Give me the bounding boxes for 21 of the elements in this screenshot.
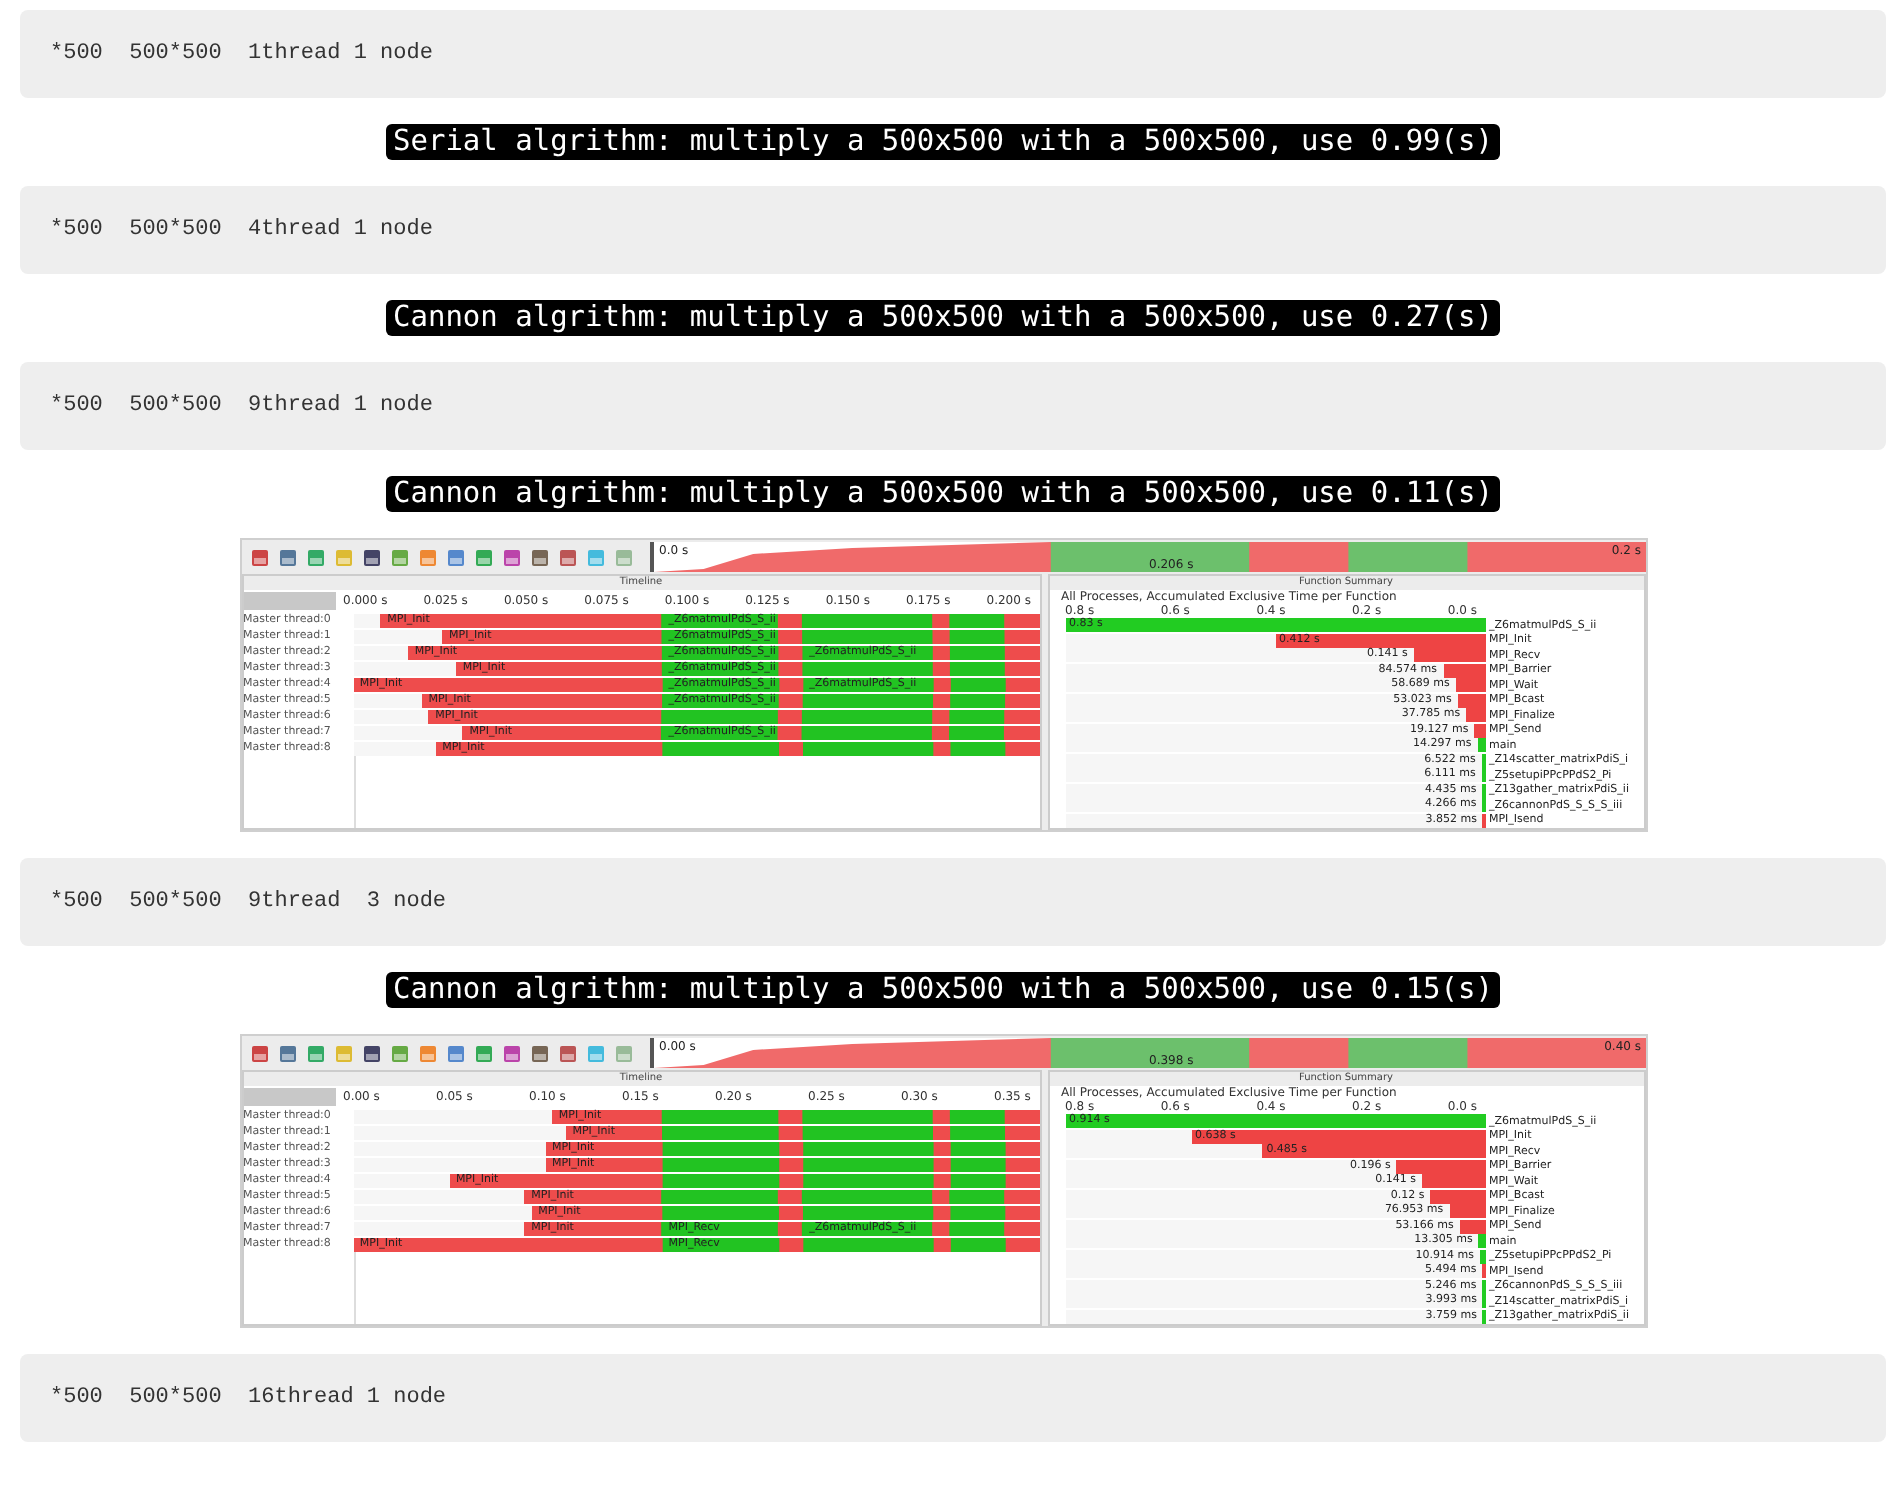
toolbar-icon[interactable] (529, 1043, 549, 1063)
toolbar-icon[interactable] (249, 1043, 269, 1063)
toolbar-icon[interactable] (501, 1043, 521, 1063)
toolbar-icon[interactable] (361, 547, 381, 567)
code-block: *500 500*500 4thread 1 node (20, 186, 1886, 274)
toolbar-icon[interactable] (277, 1043, 297, 1063)
toolbar-icon[interactable] (361, 1043, 381, 1063)
terminal-output: Cannon algrithm: multiply a 500x500 with a 500x500, use 0.27(s) (385, 300, 1501, 336)
terminal-output: Cannon algrithm: multiply a 500x500 with a 500x500, use 0.11(s) (385, 476, 1501, 512)
toolbar-icon[interactable] (557, 547, 577, 567)
code-block: *500 500*500 1thread 1 node (20, 10, 1886, 98)
toolbar-icon[interactable] (557, 1043, 577, 1063)
toolbar-icon[interactable] (501, 547, 521, 567)
terminal-output: Cannon algrithm: multiply a 500x500 with a 500x500, use 0.15(s) (385, 972, 1501, 1008)
terminal-output: Serial algrithm: multiply a 500x500 with a 500x500, use 0.99(s) (385, 124, 1501, 160)
toolbar-icon[interactable] (277, 547, 297, 567)
code-block: *500 500*500 16thread 1 node (20, 1354, 1886, 1442)
code-block: *500 500*500 9thread 3 node (20, 858, 1886, 946)
toolbar-icon[interactable] (529, 547, 549, 567)
code-block: *500 500*500 9thread 1 node (20, 362, 1886, 450)
toolbar-icon[interactable] (249, 547, 269, 567)
